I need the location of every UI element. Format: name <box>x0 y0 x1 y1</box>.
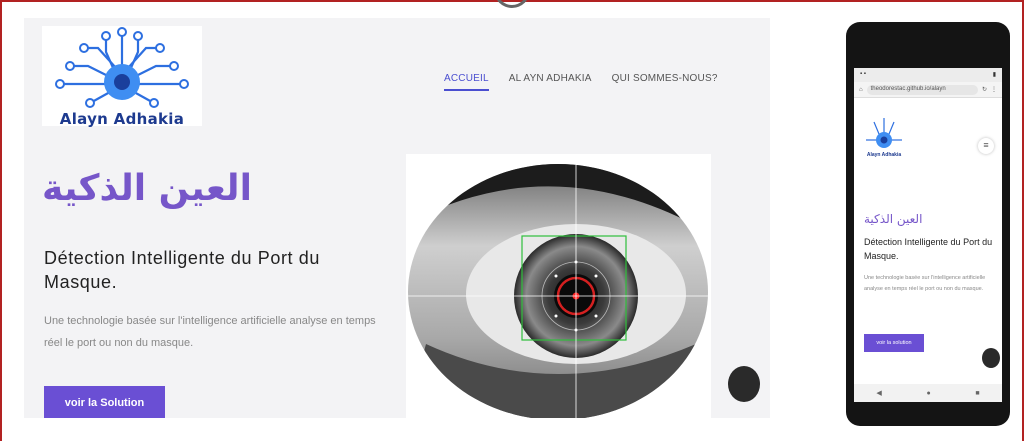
more-icon[interactable]: ⋮ <box>991 86 997 93</box>
home-button-icon[interactable]: ● <box>926 390 930 397</box>
phone-hero-title: Détection Intelligente du Port du Masque… <box>864 237 993 261</box>
phone-mockup: ▪ ▪ ▮ ⌂ theodorestac.github.io/alayn ↻ ⋮… <box>846 22 1010 426</box>
hero-title: Détection Intelligente du Port du Masque… <box>44 248 320 292</box>
phone-address-bar: ⌂ theodorestac.github.io/alayn ↻ ⋮ <box>854 82 1002 98</box>
back-icon[interactable]: ◀ <box>876 389 881 397</box>
circuit-eye-icon <box>55 27 189 108</box>
hero-subtitle: Une technologie basée sur l'intelligence… <box>44 315 376 349</box>
phone-screen: ▪ ▪ ▮ ⌂ theodorestac.github.io/alayn ↻ ⋮… <box>854 68 1002 402</box>
nav-item-al-ayn-adhakia[interactable]: AL AYN ADHAKIA <box>509 73 592 91</box>
phone-voir-la-solution-button[interactable]: voir la solution <box>864 334 924 352</box>
phone-chat-bubble-icon[interactable] <box>982 348 1000 368</box>
nav-item-accueil[interactable]: ACCUEIL <box>444 73 489 91</box>
phone-hero-subtitle: Une technologie basée sur l'intelligence… <box>864 275 986 292</box>
main-nav: ACCUEIL AL AYN ADHAKIA QUI SOMMES-NOUS? <box>444 73 718 91</box>
phone-status-bar: ▪ ▪ ▮ <box>854 68 1002 82</box>
recents-icon[interactable]: ■ <box>975 390 979 397</box>
refresh-icon[interactable]: ↻ <box>982 86 987 93</box>
voir-la-solution-button[interactable]: voir la Solution <box>44 386 165 418</box>
brand-name: Alayn Adhakia <box>59 110 185 128</box>
phone-brand-logo <box>866 118 902 148</box>
phone-brand-name: Alayn Adhakia <box>866 152 902 158</box>
brand-logo[interactable]: Alayn Adhakia <box>42 26 202 128</box>
chat-bubble-icon[interactable] <box>728 366 760 402</box>
phone-navigation-bar: ◀ ● ■ <box>854 384 1002 402</box>
hero-arabic-title: العين الذكية <box>42 168 252 209</box>
phone-hero-arabic-title: العين الذكية <box>864 212 923 226</box>
hamburger-menu-icon[interactable]: ≡ <box>978 138 994 154</box>
nav-item-qui-sommes-nous[interactable]: QUI SOMMES-NOUS? <box>612 73 718 91</box>
signal-icon: ▪ ▪ <box>860 71 866 77</box>
phone-url[interactable]: theodorestac.github.io/alayn <box>866 84 978 95</box>
eye-scan-image <box>406 154 711 418</box>
desktop-website: Alayn Adhakia ACCUEIL AL AYN ADHAKIA QUI… <box>24 18 770 418</box>
home-icon[interactable]: ⌂ <box>859 87 863 93</box>
battery-icon: ▮ <box>992 72 996 78</box>
